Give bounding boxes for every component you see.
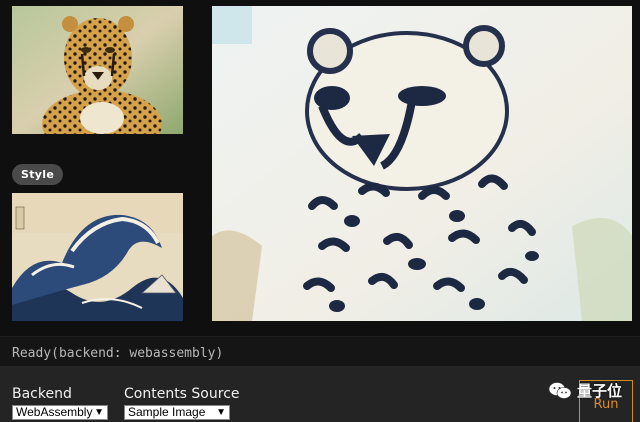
result-image	[212, 6, 632, 321]
style-image[interactable]	[12, 193, 183, 321]
wechat-icon	[548, 381, 572, 399]
content-image[interactable]	[12, 6, 183, 134]
backend-label: Backend	[12, 386, 72, 402]
watermark-text: 量子位	[577, 382, 623, 400]
status-bar: Ready(backend: webassembly)	[0, 336, 640, 366]
controls-panel: Backend WebAssembly ▼ Contents Source Sa…	[0, 366, 640, 422]
dropdown-arrow-icon: ▼	[216, 407, 226, 418]
contents-source-label: Contents Source	[124, 386, 240, 402]
backend-select[interactable]: WebAssembly ▼	[12, 405, 108, 420]
contents-source-select-value: Sample Image	[128, 405, 206, 419]
status-text: Ready(backend: webassembly)	[12, 346, 224, 361]
style-label: Style	[12, 164, 64, 185]
great-wave-painting-icon	[12, 193, 183, 321]
watermark: 量子位	[548, 380, 622, 401]
dropdown-arrow-icon: ▼	[94, 407, 104, 418]
cheetah-photo-icon	[12, 6, 183, 134]
image-panel: Style	[0, 0, 640, 336]
backend-select-value: WebAssembly	[16, 405, 93, 419]
stylized-cheetah-icon	[212, 6, 632, 321]
contents-source-select[interactable]: Sample Image ▼	[124, 405, 230, 420]
